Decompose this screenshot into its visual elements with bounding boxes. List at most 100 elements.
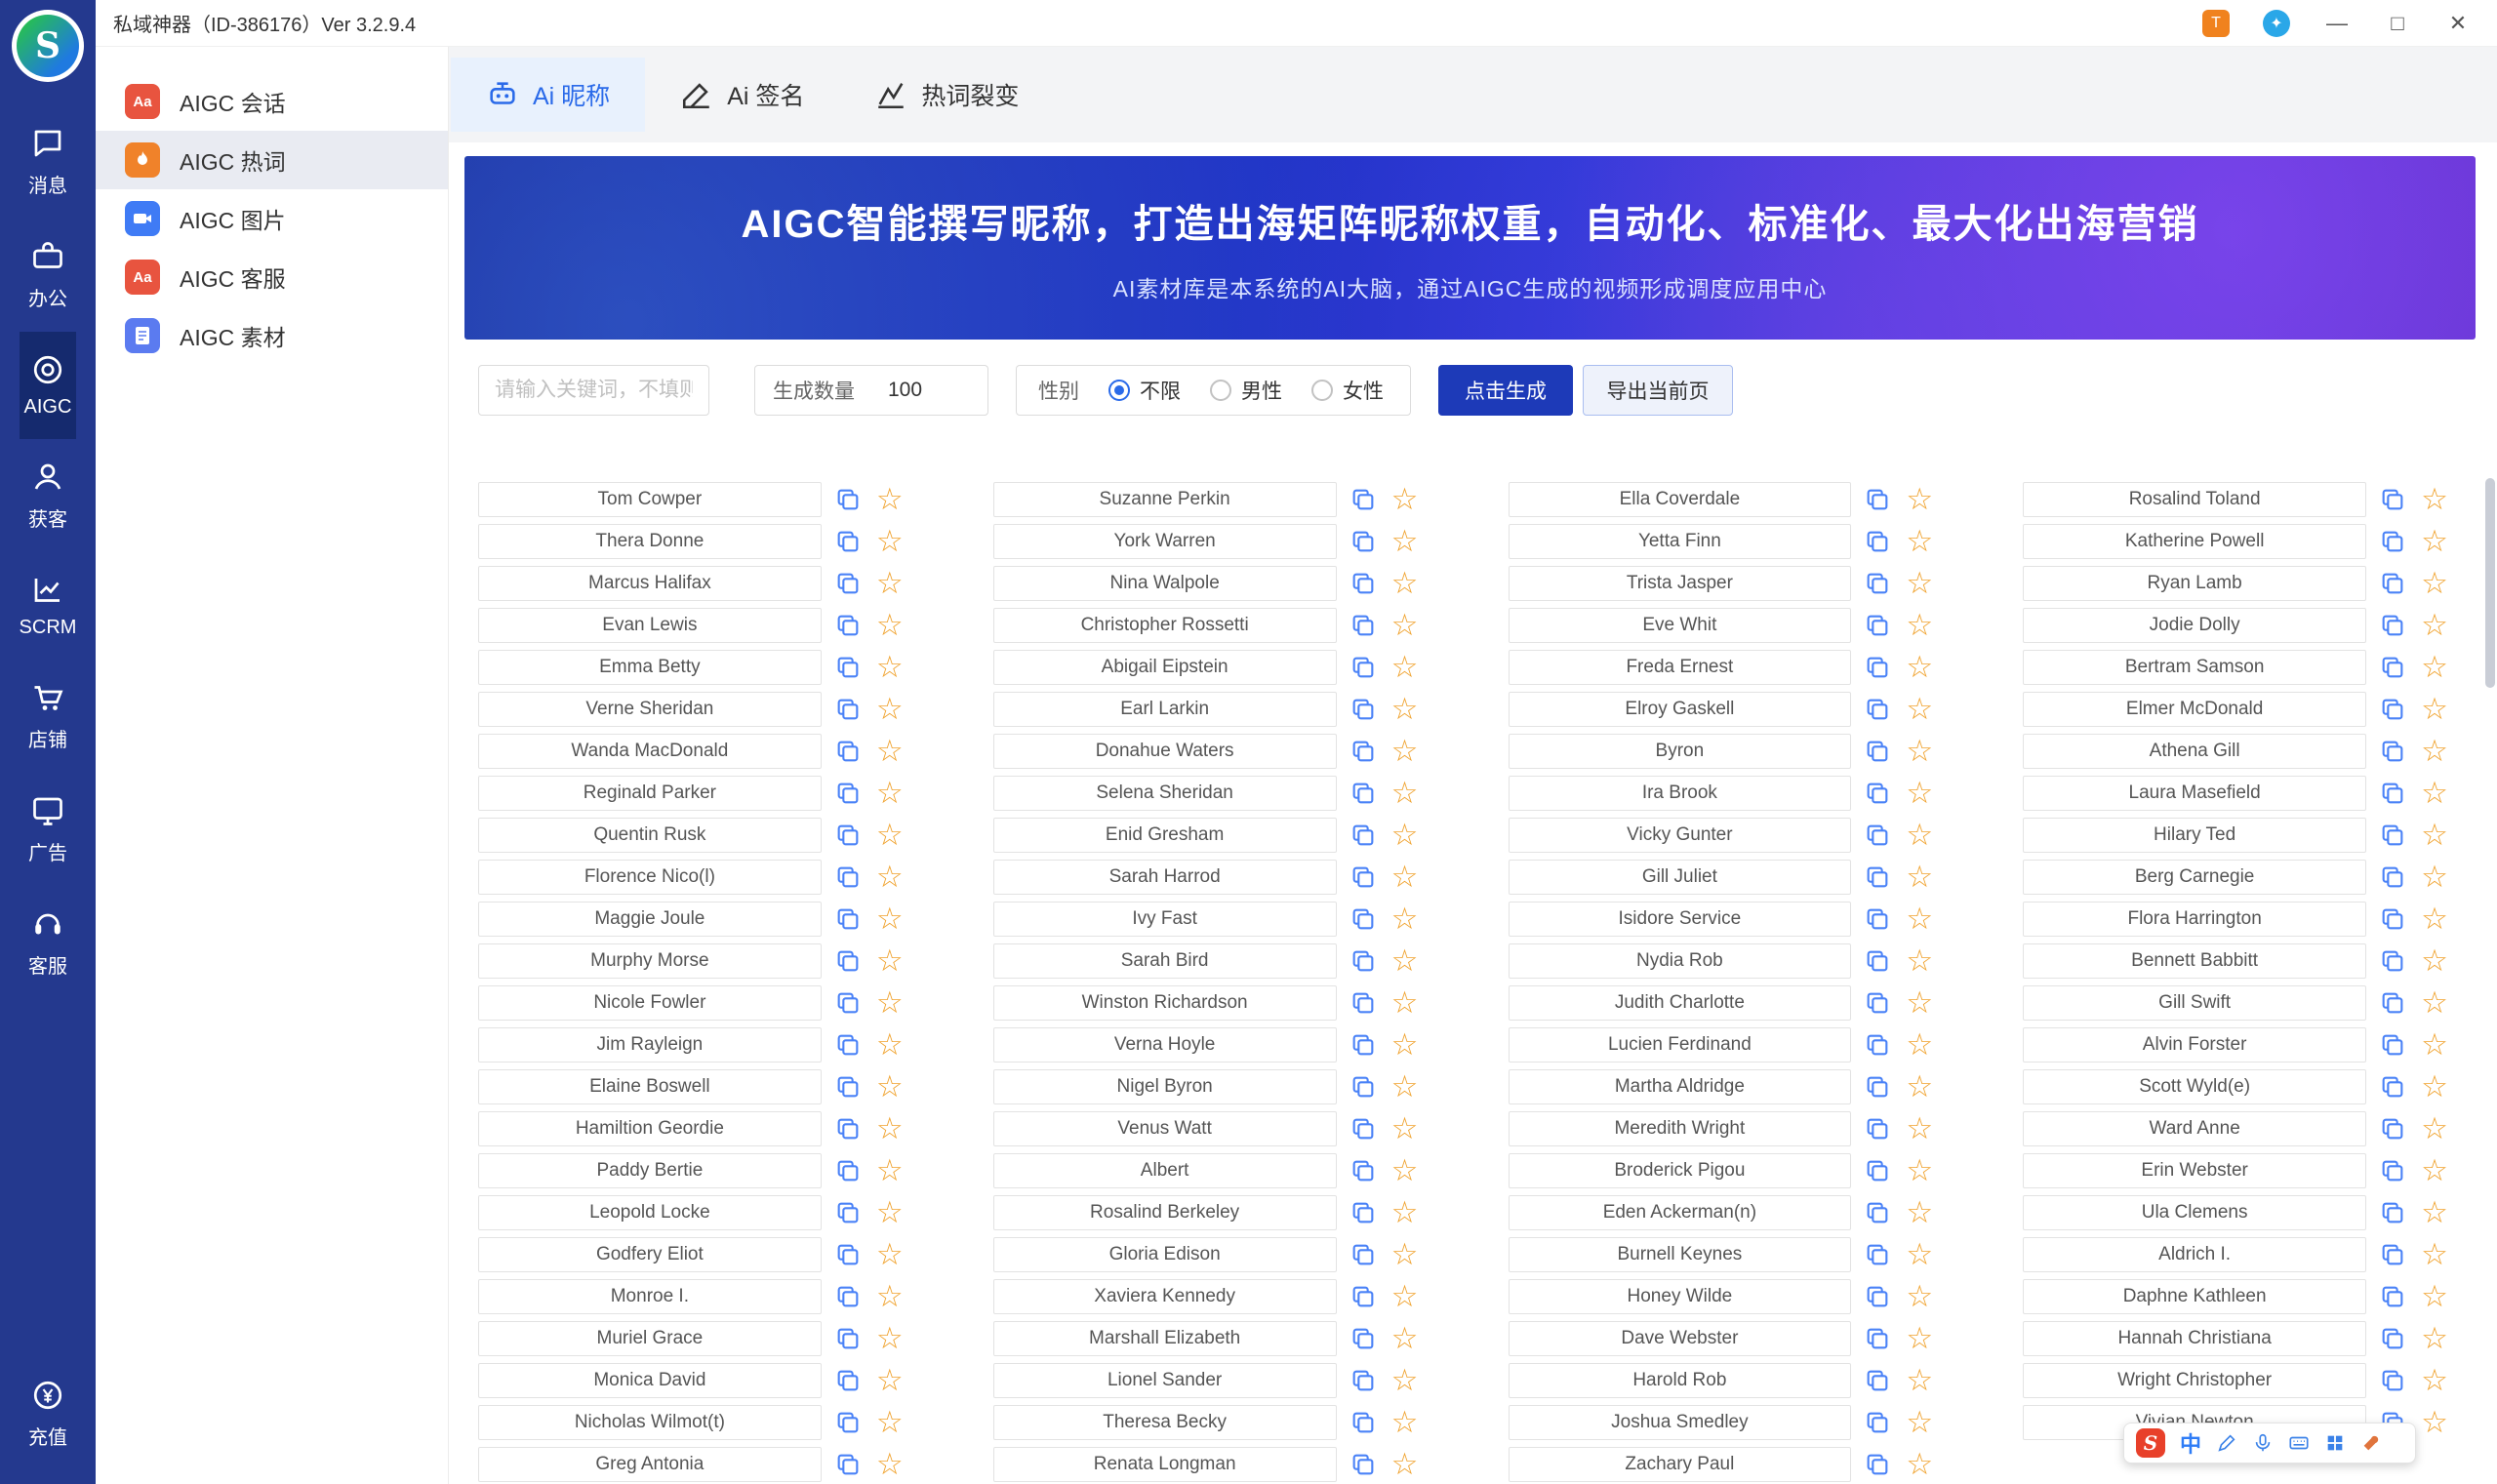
copy-icon[interactable] (1349, 1031, 1377, 1059)
favorite-star-icon[interactable]: ☆ (1389, 1113, 1421, 1144)
favorite-star-icon[interactable]: ☆ (2419, 1323, 2450, 1354)
minimize-button[interactable]: — (2323, 11, 2351, 36)
favorite-star-icon[interactable]: ☆ (2419, 862, 2450, 893)
pinned-app-icon[interactable]: T (2202, 9, 2230, 37)
copy-icon[interactable] (834, 1409, 862, 1436)
copy-icon[interactable] (1864, 1451, 1891, 1478)
favorite-star-icon[interactable]: ☆ (1904, 1071, 1935, 1103)
favorite-star-icon[interactable]: ☆ (1904, 1155, 1935, 1186)
copy-icon[interactable] (1864, 1031, 1891, 1059)
favorite-star-icon[interactable]: ☆ (1904, 945, 1935, 977)
copy-icon[interactable] (1349, 1451, 1377, 1478)
copy-icon[interactable] (1864, 1409, 1891, 1436)
favorite-star-icon[interactable]: ☆ (2419, 778, 2450, 809)
tab-热词裂变[interactable]: 热词裂变 (839, 58, 1054, 132)
favorite-star-icon[interactable]: ☆ (874, 1029, 906, 1061)
copy-icon[interactable] (834, 905, 862, 933)
copy-icon[interactable] (1349, 528, 1377, 555)
favorite-star-icon[interactable]: ☆ (874, 903, 906, 935)
gender-option-不限[interactable]: 不限 (1108, 376, 1181, 405)
favorite-star-icon[interactable]: ☆ (874, 694, 906, 725)
sidebar-item-AIGC 图片[interactable]: AIGC 图片 (96, 189, 448, 248)
copy-icon[interactable] (1349, 905, 1377, 933)
copy-icon[interactable] (1864, 1157, 1891, 1184)
copy-icon[interactable] (834, 947, 862, 975)
maximize-button[interactable]: □ (2384, 11, 2411, 36)
copy-icon[interactable] (1349, 1367, 1377, 1394)
copy-icon[interactable] (1349, 486, 1377, 513)
favorite-star-icon[interactable]: ☆ (874, 1323, 906, 1354)
copy-icon[interactable] (1864, 654, 1891, 681)
favorite-star-icon[interactable]: ☆ (874, 820, 906, 851)
favorite-star-icon[interactable]: ☆ (1389, 568, 1421, 599)
copy-icon[interactable] (2379, 612, 2406, 639)
copy-icon[interactable] (2379, 1283, 2406, 1310)
favorite-star-icon[interactable]: ☆ (1904, 652, 1935, 683)
favorite-star-icon[interactable]: ☆ (1389, 903, 1421, 935)
sidebar-item-AIGC 热词[interactable]: AIGC 热词 (96, 131, 448, 189)
favorite-star-icon[interactable]: ☆ (1389, 820, 1421, 851)
sidebar-item-AIGC 客服[interactable]: Aa AIGC 客服 (96, 248, 448, 306)
favorite-star-icon[interactable]: ☆ (1904, 862, 1935, 893)
favorite-star-icon[interactable]: ☆ (1389, 1155, 1421, 1186)
copy-icon[interactable] (1864, 738, 1891, 765)
favorite-star-icon[interactable]: ☆ (1904, 1407, 1935, 1438)
copy-icon[interactable] (2379, 528, 2406, 555)
copy-icon[interactable] (1864, 696, 1891, 723)
copy-icon[interactable] (1349, 1325, 1377, 1352)
favorite-star-icon[interactable]: ☆ (1904, 1029, 1935, 1061)
favorite-star-icon[interactable]: ☆ (1389, 1281, 1421, 1312)
favorite-star-icon[interactable]: ☆ (2419, 568, 2450, 599)
favorite-star-icon[interactable]: ☆ (1904, 1113, 1935, 1144)
tab-Ai 签名[interactable]: Ai 签名 (645, 58, 839, 132)
favorite-star-icon[interactable]: ☆ (874, 987, 906, 1019)
copy-icon[interactable] (834, 486, 862, 513)
rail-item-广告[interactable]: 广告 (20, 773, 77, 886)
count-input[interactable] (888, 379, 976, 402)
favorite-star-icon[interactable]: ☆ (874, 778, 906, 809)
copy-icon[interactable] (2379, 1199, 2406, 1226)
copy-icon[interactable] (834, 989, 862, 1017)
favorite-star-icon[interactable]: ☆ (1389, 610, 1421, 641)
copy-icon[interactable] (834, 1241, 862, 1268)
favorite-star-icon[interactable]: ☆ (2419, 694, 2450, 725)
copy-icon[interactable] (2379, 1325, 2406, 1352)
copy-icon[interactable] (1349, 1157, 1377, 1184)
favorite-star-icon[interactable]: ☆ (1389, 694, 1421, 725)
favorite-star-icon[interactable]: ☆ (1389, 526, 1421, 557)
copy-icon[interactable] (834, 570, 862, 597)
favorite-star-icon[interactable]: ☆ (2419, 1071, 2450, 1103)
favorite-star-icon[interactable]: ☆ (1904, 610, 1935, 641)
assistant-icon[interactable]: ✦ (2263, 9, 2290, 37)
copy-icon[interactable] (2379, 486, 2406, 513)
favorite-star-icon[interactable]: ☆ (2419, 526, 2450, 557)
favorite-star-icon[interactable]: ☆ (2419, 945, 2450, 977)
copy-icon[interactable] (2379, 570, 2406, 597)
copy-icon[interactable] (2379, 905, 2406, 933)
copy-icon[interactable] (834, 1325, 862, 1352)
favorite-star-icon[interactable]: ☆ (2419, 1029, 2450, 1061)
favorite-star-icon[interactable]: ☆ (2419, 1365, 2450, 1396)
toolbox-icon[interactable] (2360, 1432, 2382, 1454)
copy-icon[interactable] (834, 1157, 862, 1184)
favorite-star-icon[interactable]: ☆ (2419, 987, 2450, 1019)
copy-icon[interactable] (1349, 1199, 1377, 1226)
copy-icon[interactable] (2379, 947, 2406, 975)
favorite-star-icon[interactable]: ☆ (2419, 652, 2450, 683)
favorite-star-icon[interactable]: ☆ (1904, 526, 1935, 557)
copy-icon[interactable] (1864, 863, 1891, 891)
copy-icon[interactable] (2379, 989, 2406, 1017)
copy-icon[interactable] (1864, 1241, 1891, 1268)
favorite-star-icon[interactable]: ☆ (1389, 1407, 1421, 1438)
favorite-star-icon[interactable]: ☆ (874, 945, 906, 977)
copy-icon[interactable] (834, 1073, 862, 1101)
export-page-button[interactable]: 导出当前页 (1583, 365, 1733, 416)
favorite-star-icon[interactable]: ☆ (874, 526, 906, 557)
favorite-star-icon[interactable]: ☆ (874, 1407, 906, 1438)
rail-item-办公[interactable]: 办公 (20, 219, 77, 332)
copy-icon[interactable] (1864, 1115, 1891, 1143)
copy-icon[interactable] (834, 612, 862, 639)
copy-icon[interactable] (834, 1199, 862, 1226)
copy-icon[interactable] (834, 1115, 862, 1143)
pen-icon[interactable] (2216, 1432, 2237, 1454)
